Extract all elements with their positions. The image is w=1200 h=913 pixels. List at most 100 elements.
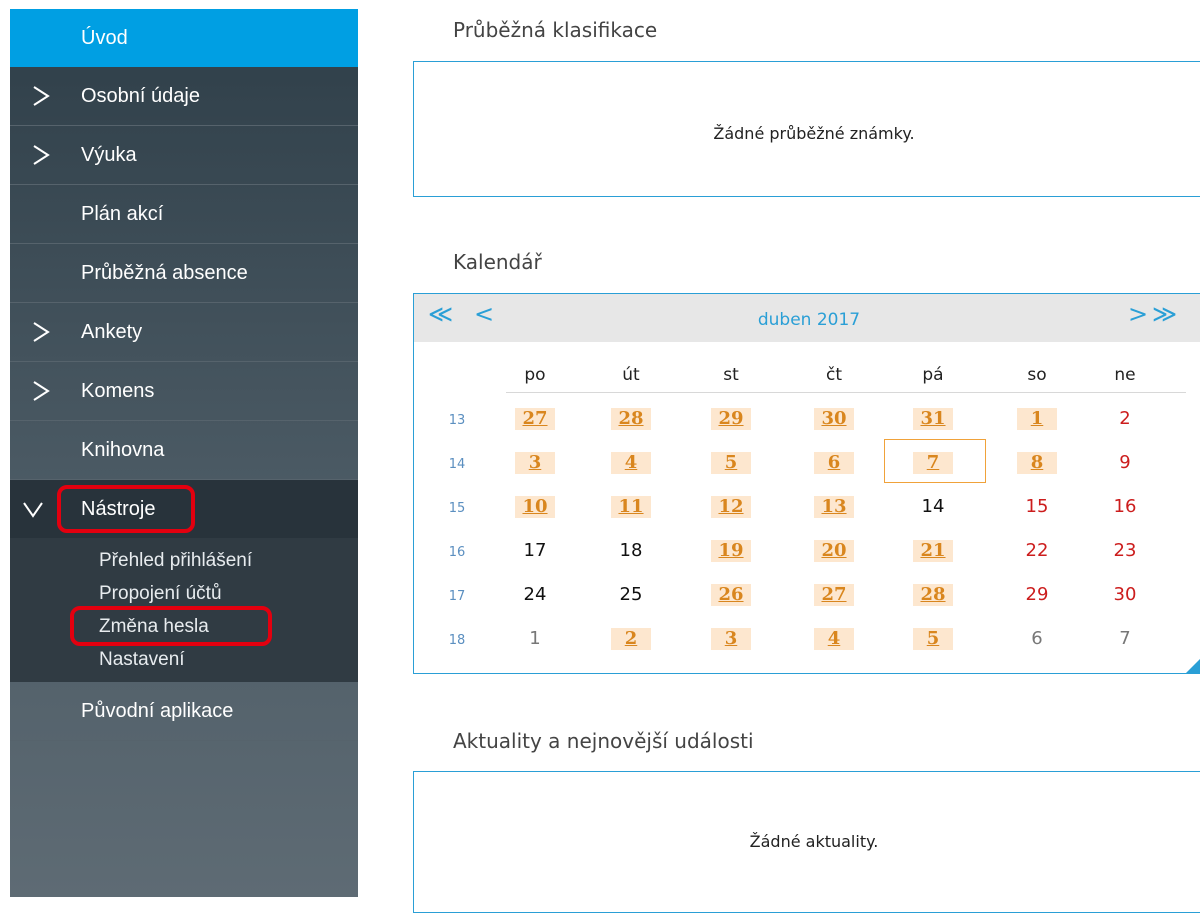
calendar-day-event-link[interactable]: 27 bbox=[814, 584, 854, 606]
chevron-right-icon[interactable] bbox=[28, 83, 54, 109]
weekday-header: po bbox=[524, 365, 546, 385]
grades-title: Průběžná klasifikace bbox=[453, 18, 658, 42]
sidebar-item-prubezna-absence[interactable]: Průběžná absence bbox=[10, 244, 358, 303]
weekday-header: ne bbox=[1114, 365, 1136, 385]
tools-submenu: Přehled přihlášení Propojení účtů Změna … bbox=[10, 538, 358, 682]
week-number: 14 bbox=[448, 457, 466, 472]
week-number: 13 bbox=[448, 413, 466, 428]
calendar-day: 15 bbox=[1025, 496, 1049, 517]
calendar-day-event-link[interactable]: 4 bbox=[814, 628, 854, 650]
sidebar-item-plan-akci[interactable]: Plán akcí bbox=[10, 185, 358, 244]
calendar-day: 22 bbox=[1025, 540, 1049, 561]
sidebar-item-label: Původní aplikace bbox=[81, 700, 234, 722]
calendar-day-event-link[interactable]: 4 bbox=[611, 452, 651, 474]
calendar-day-event-link[interactable]: 2 bbox=[611, 628, 651, 650]
sidebar-item-label: Knihovna bbox=[81, 439, 165, 461]
calendar-day-event-link[interactable]: 3 bbox=[515, 452, 555, 474]
sidebar-nav: Úvod Osobní údaje Výuka Plán akcí Průběž… bbox=[10, 9, 358, 897]
calendar-day: 24 bbox=[523, 584, 547, 605]
calendar-day-event-link[interactable]: 5 bbox=[711, 452, 751, 474]
sidebar-item-ankety[interactable]: Ankety bbox=[10, 303, 358, 362]
submenu-item-label: Nastavení bbox=[99, 648, 185, 670]
sidebar-item-knihovna[interactable]: Knihovna bbox=[10, 421, 358, 480]
sidebar-item-osobni-udaje[interactable]: Osobní údaje bbox=[10, 67, 358, 126]
calendar-day-event-link[interactable]: 21 bbox=[913, 540, 953, 562]
sidebar-item-label: Průběžná absence bbox=[81, 262, 248, 284]
submenu-item-label: Propojení účtů bbox=[99, 582, 222, 604]
next-month-icon[interactable]: > bbox=[1128, 300, 1148, 328]
calendar-day-event-link[interactable]: 3 bbox=[711, 628, 751, 650]
calendar-panel: ≪ < duben 2017 > ≫ po út st čt pá so ne 13 27 28 2… bbox=[413, 293, 1200, 674]
calendar-day-event-link[interactable]: 11 bbox=[611, 496, 651, 518]
calendar-day-event-link[interactable]: 8 bbox=[1017, 452, 1057, 474]
sidebar-item-label: Výuka bbox=[81, 144, 137, 166]
sidebar-item-label: Ankety bbox=[81, 321, 143, 343]
news-panel: Žádné aktuality. bbox=[413, 771, 1200, 913]
calendar-day: 25 bbox=[619, 584, 643, 605]
today-indicator bbox=[884, 439, 986, 483]
main-content: Průběžná klasifikace Žádné průběžné znám… bbox=[358, 0, 1200, 913]
last-month-icon[interactable]: ≫ bbox=[1152, 300, 1177, 328]
calendar-day-event-link[interactable]: 10 bbox=[515, 496, 555, 518]
calendar-day-event-link[interactable]: 31 bbox=[913, 408, 953, 430]
week-number: 17 bbox=[448, 589, 466, 604]
sidebar-item-komens[interactable]: Komens bbox=[10, 362, 358, 421]
news-empty-text: Žádné aktuality. bbox=[749, 832, 879, 851]
chevron-down-icon[interactable] bbox=[20, 496, 46, 522]
calendar-day-event-link[interactable]: 27 bbox=[515, 408, 555, 430]
sidebar-item-label: Osobní údaje bbox=[81, 85, 200, 107]
weekday-header: pá bbox=[922, 365, 944, 385]
grades-empty-text: Žádné průběžné známky. bbox=[713, 124, 915, 143]
calendar-day-event-link[interactable]: 13 bbox=[814, 496, 854, 518]
calendar-day-event-link[interactable]: 30 bbox=[814, 408, 854, 430]
sidebar-item-label: Úvod bbox=[81, 27, 128, 49]
calendar-day: 1 bbox=[529, 628, 541, 649]
calendar-day-event-link[interactable]: 1 bbox=[1017, 408, 1057, 430]
weekday-header: út bbox=[622, 365, 640, 385]
calendar-title: Kalendář bbox=[453, 250, 542, 274]
calendar-day-event-link[interactable]: 20 bbox=[814, 540, 854, 562]
calendar-day: 16 bbox=[1113, 496, 1137, 517]
weekday-divider bbox=[506, 392, 1186, 393]
weekday-header: st bbox=[723, 365, 739, 385]
calendar-day-event-link[interactable]: 6 bbox=[814, 452, 854, 474]
calendar-day: 18 bbox=[619, 540, 643, 561]
calendar-day: 30 bbox=[1113, 584, 1137, 605]
calendar-day: 17 bbox=[523, 540, 547, 561]
sidebar-item-vyuka[interactable]: Výuka bbox=[10, 126, 358, 185]
weekday-header: so bbox=[1027, 365, 1047, 385]
calendar-day: 2 bbox=[1119, 408, 1131, 429]
submenu-item-zmena-hesla[interactable]: Změna hesla bbox=[10, 606, 358, 646]
highlight-ring bbox=[57, 485, 195, 533]
calendar-day-event-link[interactable]: 12 bbox=[711, 496, 751, 518]
sidebar-item-label: Plán akcí bbox=[81, 203, 164, 225]
calendar-day-event-link[interactable]: 29 bbox=[711, 408, 751, 430]
sidebar-item-puvodni-aplikace[interactable]: Původní aplikace bbox=[10, 682, 358, 741]
weekday-header: čt bbox=[825, 365, 842, 385]
chevron-right-icon[interactable] bbox=[28, 378, 54, 404]
calendar-day: 23 bbox=[1113, 540, 1137, 561]
calendar-day: 29 bbox=[1025, 584, 1049, 605]
chevron-right-icon[interactable] bbox=[28, 319, 54, 345]
submenu-item-nastaveni[interactable]: Nastavení bbox=[10, 643, 358, 676]
sidebar-item-uvod[interactable]: Úvod bbox=[10, 9, 358, 67]
calendar-day: 7 bbox=[1119, 628, 1131, 649]
highlight-ring bbox=[70, 606, 272, 646]
submenu-item-label: Přehled přihlášení bbox=[99, 549, 253, 571]
calendar-header: ≪ < duben 2017 > ≫ bbox=[414, 294, 1200, 342]
calendar-day: 14 bbox=[921, 496, 945, 517]
week-number: 16 bbox=[448, 545, 466, 560]
calendar-day-event-link[interactable]: 5 bbox=[913, 628, 953, 650]
news-title: Aktuality a nejnovější události bbox=[453, 729, 754, 753]
calendar-day: 6 bbox=[1031, 628, 1043, 649]
sidebar-item-label: Komens bbox=[81, 380, 155, 402]
calendar-day-event-link[interactable]: 28 bbox=[913, 584, 953, 606]
calendar-month-label: duben 2017 bbox=[757, 310, 861, 330]
sidebar-item-nastroje[interactable]: Nástroje bbox=[10, 480, 358, 538]
chevron-right-icon[interactable] bbox=[28, 142, 54, 168]
submenu-item-prehled-prihlaseni[interactable]: Přehled přihlášení bbox=[10, 544, 358, 577]
calendar-day-event-link[interactable]: 28 bbox=[611, 408, 651, 430]
calendar-day-event-link[interactable]: 26 bbox=[711, 584, 751, 606]
week-number: 18 bbox=[448, 633, 466, 648]
calendar-day-event-link[interactable]: 19 bbox=[711, 540, 751, 562]
